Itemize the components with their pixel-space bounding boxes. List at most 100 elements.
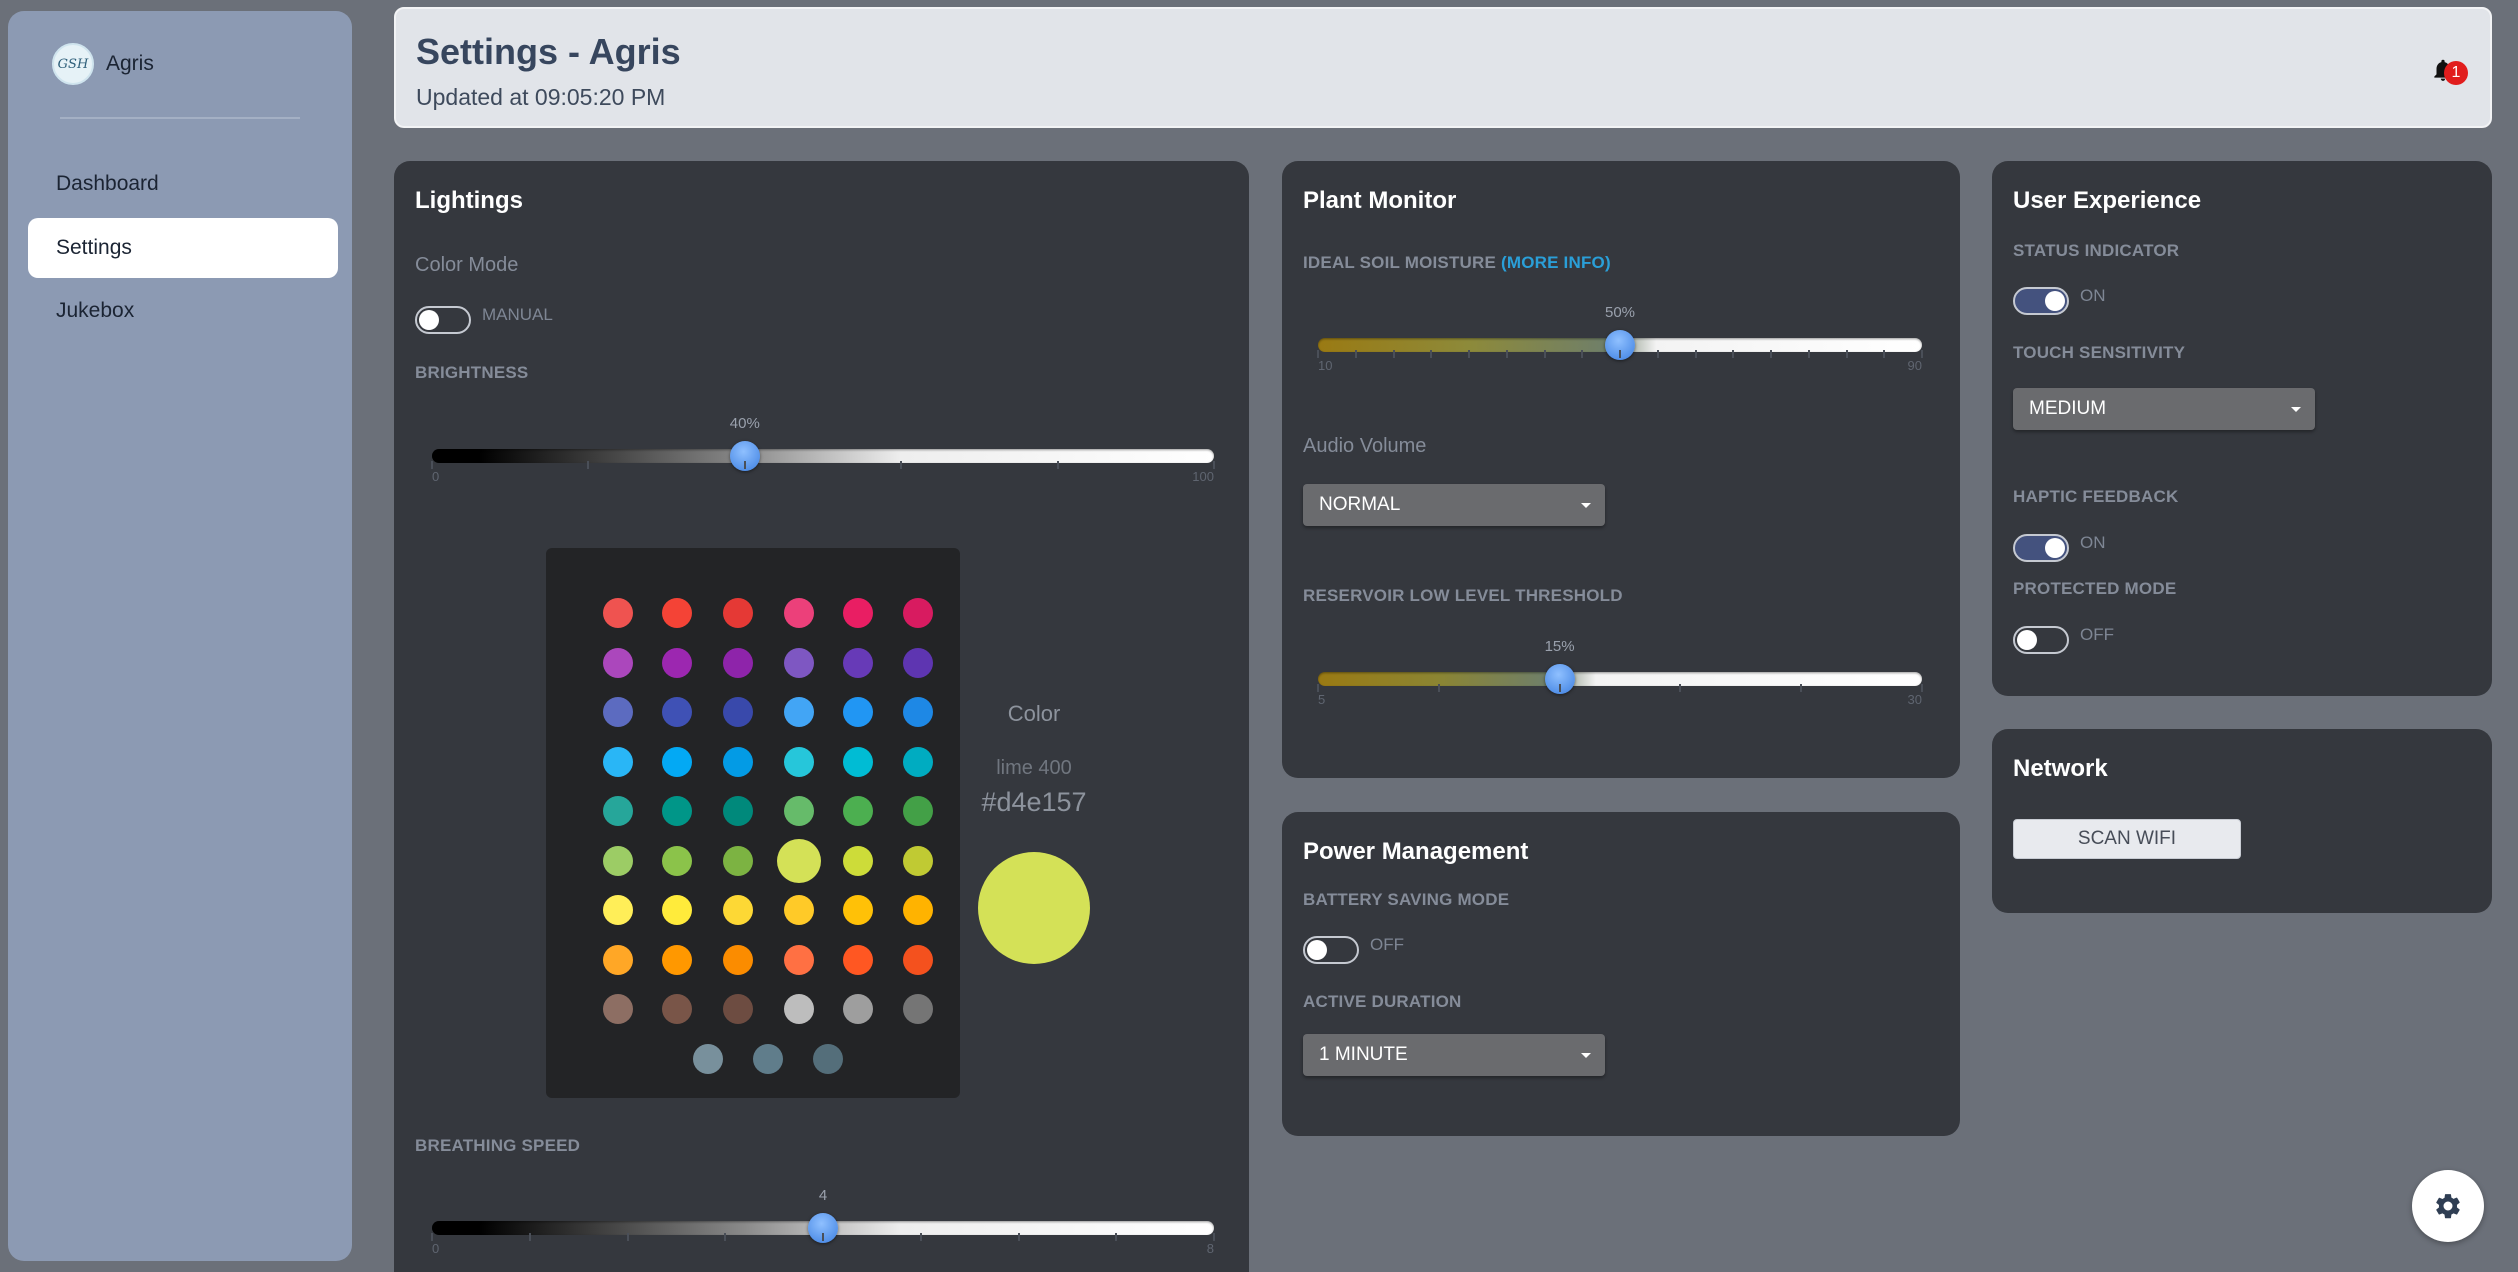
color-swatch[interactable] [843, 796, 873, 826]
slider-value: 40% [729, 415, 760, 432]
brand-name: Agris [106, 52, 154, 75]
color-swatch[interactable] [723, 944, 753, 975]
color-swatch[interactable] [723, 697, 753, 727]
scan-wifi-button[interactable]: SCAN WIFI [2013, 819, 2241, 859]
color-swatch[interactable] [603, 895, 633, 925]
color-swatch[interactable] [662, 895, 692, 925]
user-experience-card: User Experience STATUS INDICATOR ON TOUC… [1992, 161, 2492, 696]
slider-min: 10 [1318, 358, 1333, 373]
haptic-feedback-toggle[interactable] [2013, 534, 2069, 562]
color-swatch[interactable] [784, 895, 814, 925]
slider-value: 50% [1604, 304, 1636, 321]
protected-mode-label: PROTECTED MODE [2013, 579, 2177, 598]
color-swatch[interactable] [843, 994, 873, 1024]
slider-tick [1017, 1233, 1020, 1241]
color-swatch[interactable] [662, 598, 692, 628]
color-swatch[interactable] [784, 944, 814, 975]
color-swatch[interactable] [903, 994, 933, 1024]
slider-tick [1437, 684, 1440, 692]
color-swatch[interactable] [903, 796, 933, 826]
sidebar-item-dashboard[interactable]: Dashboard [28, 154, 338, 214]
settings-fab[interactable] [2412, 1170, 2484, 1242]
audio-volume-select[interactable]: NORMAL [1303, 484, 1605, 526]
slider-tick [743, 461, 746, 469]
color-swatch[interactable] [603, 746, 633, 777]
color-swatch[interactable] [843, 697, 873, 727]
color-swatch[interactable] [603, 598, 633, 628]
status-indicator-toggle[interactable] [2013, 287, 2069, 315]
battery-saving-toggle[interactable] [1303, 936, 1359, 964]
color-swatch[interactable] [843, 895, 873, 925]
color-swatch[interactable] [903, 746, 933, 777]
color-swatch[interactable] [784, 994, 814, 1024]
haptic-feedback-toggle-text: ON [2080, 533, 2106, 552]
color-swatch[interactable] [723, 895, 753, 925]
color-swatch[interactable] [903, 944, 933, 975]
color-swatch[interactable] [662, 796, 692, 826]
color-swatch[interactable] [843, 845, 873, 876]
color-swatch[interactable] [603, 697, 633, 727]
brand-logo: GSH [52, 43, 94, 85]
slider-track [1318, 672, 1922, 686]
color-swatch[interactable] [662, 647, 692, 678]
color-swatch[interactable] [903, 845, 933, 876]
color-swatch[interactable] [903, 697, 933, 727]
color-name: lime 400 [996, 757, 1072, 779]
lightings-title: Lightings [415, 187, 523, 214]
color-swatch[interactable] [662, 845, 692, 876]
color-swatch[interactable] [903, 647, 933, 678]
network-card: Network SCAN WIFI [1992, 729, 2492, 913]
color-swatch[interactable] [813, 1043, 843, 1074]
color-swatch[interactable] [723, 994, 753, 1024]
color-swatch[interactable] [843, 944, 873, 975]
gear-icon [2436, 1194, 2460, 1219]
sidebar-item-jukebox[interactable]: Jukebox [28, 281, 338, 341]
color-swatch[interactable] [753, 1043, 783, 1074]
color-swatch[interactable] [723, 845, 753, 876]
brightness-slider[interactable]: 40% 0 100 [431, 415, 1215, 505]
color-swatch[interactable] [784, 697, 814, 727]
color-swatch[interactable] [662, 994, 692, 1024]
active-duration-select[interactable]: 1 MINUTE [1303, 1034, 1605, 1076]
color-swatch[interactable] [784, 746, 814, 777]
color-swatch[interactable] [603, 845, 633, 876]
touch-sensitivity-select[interactable]: MEDIUM [2013, 388, 2315, 430]
reservoir-threshold-slider[interactable]: 15% 5 30 [1317, 638, 1923, 728]
color-swatch[interactable] [603, 994, 633, 1024]
color-swatch[interactable] [723, 746, 753, 777]
color-swatch[interactable] [843, 598, 873, 628]
color-swatch[interactable] [784, 796, 814, 826]
color-mode-label: Color Mode [415, 254, 519, 276]
color-swatch[interactable] [777, 838, 821, 883]
breathing-speed-slider[interactable]: 4 0 8 [431, 1187, 1215, 1272]
slider-value: 15% [1544, 638, 1575, 655]
color-label: Color [1007, 701, 1061, 726]
color-swatch[interactable] [723, 796, 753, 826]
updated-timestamp: Updated at 09:05:20 PM [416, 84, 666, 110]
sidebar: GSH Agris Dashboard Settings Jukebox [8, 11, 352, 1261]
protected-mode-toggle[interactable] [2013, 626, 2069, 654]
soil-moisture-slider[interactable]: 50% 10 90 [1317, 304, 1923, 394]
color-swatch[interactable] [843, 746, 873, 777]
color-swatch[interactable] [843, 647, 873, 678]
color-swatch[interactable] [662, 944, 692, 975]
color-swatch[interactable] [723, 647, 753, 678]
color-swatch[interactable] [603, 796, 633, 826]
slider-tick [1921, 350, 1923, 358]
color-swatch[interactable] [693, 1043, 723, 1074]
color-swatch[interactable] [603, 944, 633, 975]
color-swatch[interactable] [662, 746, 692, 777]
color-swatch[interactable] [903, 598, 933, 628]
color-swatch[interactable] [903, 895, 933, 925]
color-swatch[interactable] [723, 598, 753, 628]
sidebar-item-settings[interactable]: Settings [28, 218, 338, 278]
more-info-link[interactable]: (MORE INFO) [1501, 253, 1611, 272]
color-swatch[interactable] [784, 647, 814, 678]
color-mode-toggle-text: MANUAL [482, 305, 553, 324]
color-swatch[interactable] [662, 697, 692, 727]
color-mode-toggle[interactable] [415, 306, 471, 334]
color-swatch[interactable] [784, 598, 814, 628]
slider-tick [1883, 350, 1886, 358]
color-swatch[interactable] [603, 647, 633, 678]
brand[interactable]: GSH Agris [52, 43, 154, 85]
